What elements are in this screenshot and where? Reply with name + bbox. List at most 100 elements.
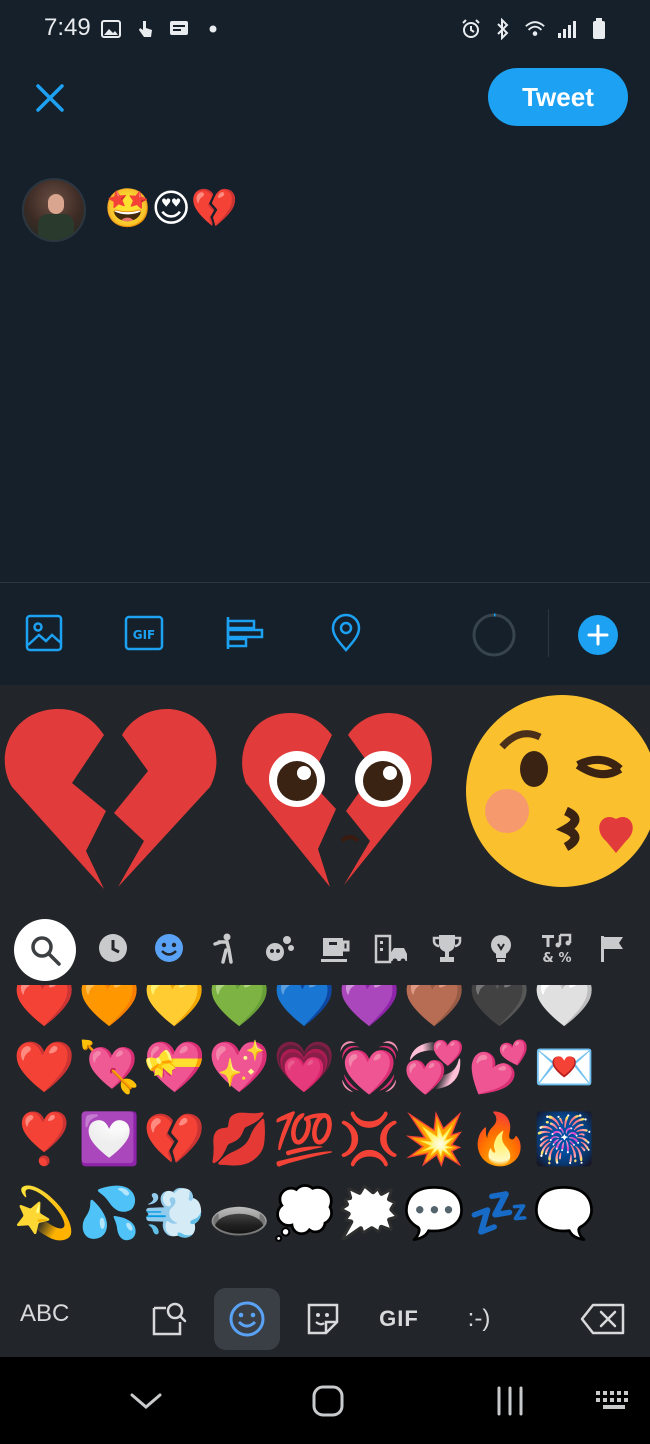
emoji-key[interactable]: 💙 <box>272 985 337 1033</box>
emoji-key[interactable]: 💘 <box>77 1035 142 1099</box>
poll-button[interactable] <box>224 613 264 653</box>
suggestion-kissing-face[interactable] <box>462 691 650 895</box>
emoji-key[interactable]: 🗨️ <box>532 1181 597 1245</box>
emoji-key[interactable]: 💛 <box>142 985 207 1033</box>
emoji-key[interactable]: 💟 <box>77 1107 142 1171</box>
trophy-icon <box>432 935 462 962</box>
close-button[interactable] <box>30 78 70 118</box>
emoji-key[interactable]: 💌 <box>532 1035 597 1099</box>
emoji-key[interactable]: 💯 <box>272 1107 337 1171</box>
tweet-text-input[interactable]: 🤩😍💔 <box>104 188 238 228</box>
recent-apps-icon <box>497 1386 523 1416</box>
status-left-icons <box>100 18 224 40</box>
emoji-grid: ❤️ 🧡 💛 💚 💙 💜 🤎 🖤 🤍 ❤️ 💘 💝 💖 💗 💓 💞 💕 💌 ❣️… <box>0 985 650 1265</box>
emoji-key[interactable]: 💋 <box>207 1107 272 1171</box>
emoji-key[interactable]: 💗 <box>272 1035 337 1099</box>
emoji-search-key[interactable] <box>136 1288 202 1350</box>
emoji-key[interactable]: 💔 <box>142 1107 207 1171</box>
category-animals[interactable] <box>262 931 296 965</box>
emoji-key[interactable]: 💚 <box>207 985 272 1033</box>
category-activities[interactable] <box>430 931 464 965</box>
category-travel[interactable] <box>374 931 408 965</box>
emoji-key[interactable]: 💖 <box>207 1035 272 1099</box>
emoji-key[interactable]: 🤍 <box>532 985 597 1033</box>
system-nav-bar <box>0 1357 650 1444</box>
emoticon-tab-key[interactable]: :-) <box>446 1288 512 1350</box>
add-tweet-button[interactable] <box>578 615 618 655</box>
suggestion-pleading-broken-heart[interactable] <box>240 691 435 895</box>
category-objects[interactable] <box>484 931 518 965</box>
location-button[interactable] <box>326 613 366 653</box>
emoji-search-button[interactable] <box>14 919 76 981</box>
emoji-key[interactable]: 🔥 <box>467 1107 532 1171</box>
svg-text:%: % <box>558 951 571 965</box>
abc-key[interactable]: ABC <box>20 1300 69 1328</box>
category-flags[interactable] <box>596 931 630 965</box>
recent-apps-button[interactable] <box>488 1379 532 1423</box>
home-button[interactable] <box>306 1379 350 1423</box>
suggestion-broken-heart[interactable] <box>4 691 219 895</box>
sticker-tab-key[interactable] <box>290 1288 356 1350</box>
emoji-key[interactable]: 💝 <box>142 1035 207 1099</box>
avatar[interactable] <box>22 178 86 242</box>
signal-icon <box>556 18 578 40</box>
emoji-key[interactable]: ❤️ <box>12 985 77 1033</box>
emoji-key[interactable]: 🧡 <box>77 985 142 1033</box>
category-food[interactable] <box>318 931 352 965</box>
touch-notification-icon <box>134 18 156 40</box>
symbols-icon: &% <box>542 933 572 965</box>
tweet-button[interactable]: Tweet <box>488 68 628 126</box>
building-car-icon <box>374 934 407 964</box>
emoji-key[interactable]: 💫 <box>12 1181 77 1245</box>
emoji-key[interactable]: 💬 <box>402 1181 467 1245</box>
category-symbols[interactable]: &% <box>540 931 574 965</box>
emoji-key[interactable]: 🎆 <box>532 1107 597 1171</box>
sticker-icon <box>307 1303 339 1335</box>
emoji-key[interactable]: 💭 <box>272 1181 337 1245</box>
emoji-key[interactable]: 💓 <box>337 1035 402 1099</box>
emoji-row-2: ❤️ 💘 💝 💖 💗 💓 💞 💕 💌 <box>12 1035 597 1099</box>
gif-button[interactable]: GIF <box>124 613 164 653</box>
emoji-key[interactable]: 💦 <box>77 1181 142 1245</box>
emoji-key[interactable]: 💥 <box>402 1107 467 1171</box>
emoji-key[interactable]: ❣️ <box>12 1107 77 1171</box>
category-recent[interactable] <box>96 931 130 965</box>
emoji-key[interactable]: 💤 <box>467 1181 532 1245</box>
avatar-face <box>48 194 64 214</box>
gallery-notification-icon <box>100 18 122 40</box>
svg-text:&: & <box>542 951 553 965</box>
emoji-key[interactable]: ❤️ <box>12 1035 77 1099</box>
category-smileys[interactable] <box>152 931 186 965</box>
emoji-row-4: 💫 💦 💨 🕳️ 💭 🗯️ 💬 💤 🗨️ <box>12 1181 597 1245</box>
status-time: 7:49 <box>44 14 91 41</box>
emoji-tab-key[interactable] <box>214 1288 280 1350</box>
person-icon <box>213 933 233 964</box>
image-button[interactable] <box>24 613 64 653</box>
emoji-suggestions <box>0 685 650 915</box>
gif-tab-key[interactable]: GIF <box>366 1288 432 1350</box>
animal-nature-icon <box>266 936 294 961</box>
emoji-key[interactable]: 🖤 <box>467 985 532 1033</box>
category-people[interactable] <box>208 931 242 965</box>
emoji-key[interactable]: 💜 <box>337 985 402 1033</box>
emoji-key[interactable]: 💕 <box>467 1035 532 1099</box>
kissing-face-icon <box>466 695 650 887</box>
emoji-key[interactable]: 🤎 <box>402 985 467 1033</box>
compose-toolbar: GIF <box>0 583 650 685</box>
emoji-key[interactable]: 💨 <box>142 1181 207 1245</box>
location-icon <box>331 613 361 652</box>
smiley-outline-icon <box>229 1301 265 1337</box>
backspace-key[interactable] <box>570 1288 636 1350</box>
emoji-key[interactable]: 💢 <box>337 1107 402 1171</box>
coffee-icon <box>321 938 350 962</box>
emoji-key[interactable]: 🗯️ <box>337 1181 402 1245</box>
hide-keyboard-button[interactable] <box>124 1379 168 1423</box>
image-icon <box>25 614 63 652</box>
close-icon <box>36 84 64 112</box>
keyboard-switch-button[interactable] <box>592 1379 636 1423</box>
home-icon <box>312 1385 344 1417</box>
emoji-key[interactable]: 💞 <box>402 1035 467 1099</box>
poll-icon <box>226 617 264 649</box>
emoji-key[interactable]: 🕳️ <box>207 1181 272 1245</box>
character-count-ring <box>472 613 516 657</box>
